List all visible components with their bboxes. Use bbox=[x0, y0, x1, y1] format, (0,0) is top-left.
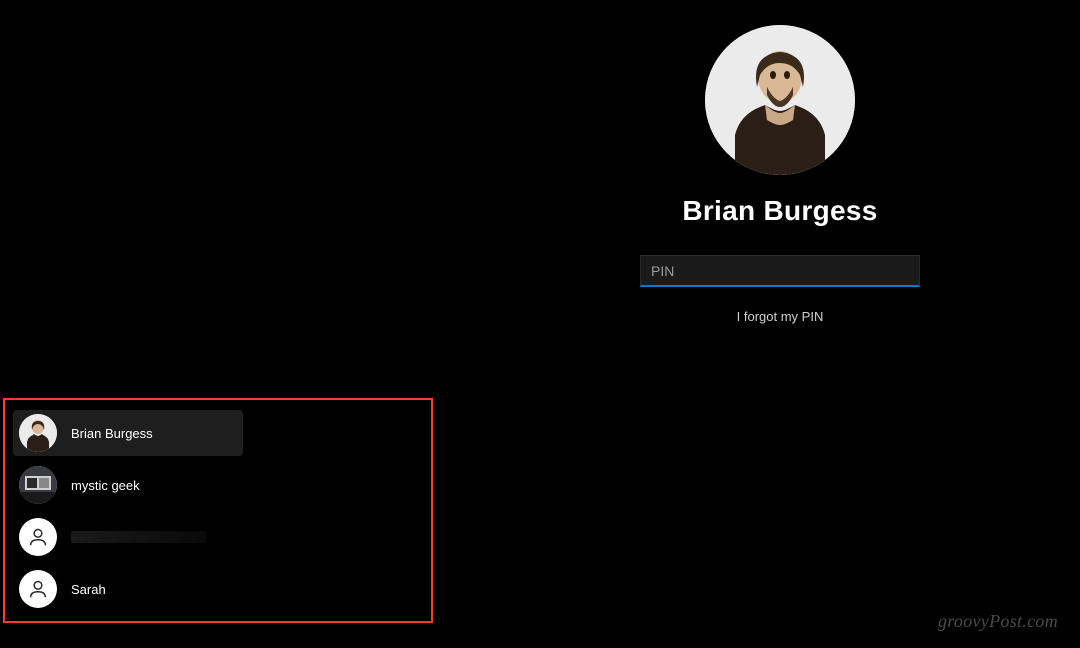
person-icon bbox=[27, 526, 49, 548]
user-item-redacted[interactable] bbox=[13, 514, 423, 560]
user-avatar-small bbox=[19, 570, 57, 608]
user-switcher-list: Brian Burgess mystic geek bbox=[13, 410, 423, 612]
user-display-name: Brian Burgess bbox=[682, 195, 877, 227]
user-list-highlight-box: Brian Burgess mystic geek bbox=[3, 398, 433, 623]
pin-input[interactable] bbox=[640, 255, 920, 287]
user-item-sarah[interactable]: Sarah bbox=[13, 566, 423, 612]
forgot-pin-link[interactable]: I forgot my PIN bbox=[737, 309, 824, 324]
user-avatar-small bbox=[19, 518, 57, 556]
person-icon bbox=[27, 578, 49, 600]
user-item-label: mystic geek bbox=[71, 478, 140, 493]
avatar-photo-icon bbox=[19, 466, 57, 504]
user-avatar-small bbox=[19, 414, 57, 452]
avatar-photo-icon bbox=[705, 25, 855, 175]
watermark-text: groovyPost.com bbox=[938, 611, 1058, 632]
user-avatar-small bbox=[19, 466, 57, 504]
user-item-mystic-geek[interactable]: mystic geek bbox=[13, 462, 423, 508]
avatar-photo-icon bbox=[19, 414, 57, 452]
user-item-label: Brian Burgess bbox=[71, 426, 153, 441]
user-avatar-large bbox=[705, 25, 855, 175]
login-panel: Brian Burgess I forgot my PIN bbox=[610, 25, 950, 324]
user-item-brian-burgess[interactable]: Brian Burgess bbox=[13, 410, 243, 456]
user-item-label-redacted bbox=[71, 531, 206, 543]
user-item-label: Sarah bbox=[71, 582, 106, 597]
pin-field-wrapper bbox=[640, 255, 920, 287]
